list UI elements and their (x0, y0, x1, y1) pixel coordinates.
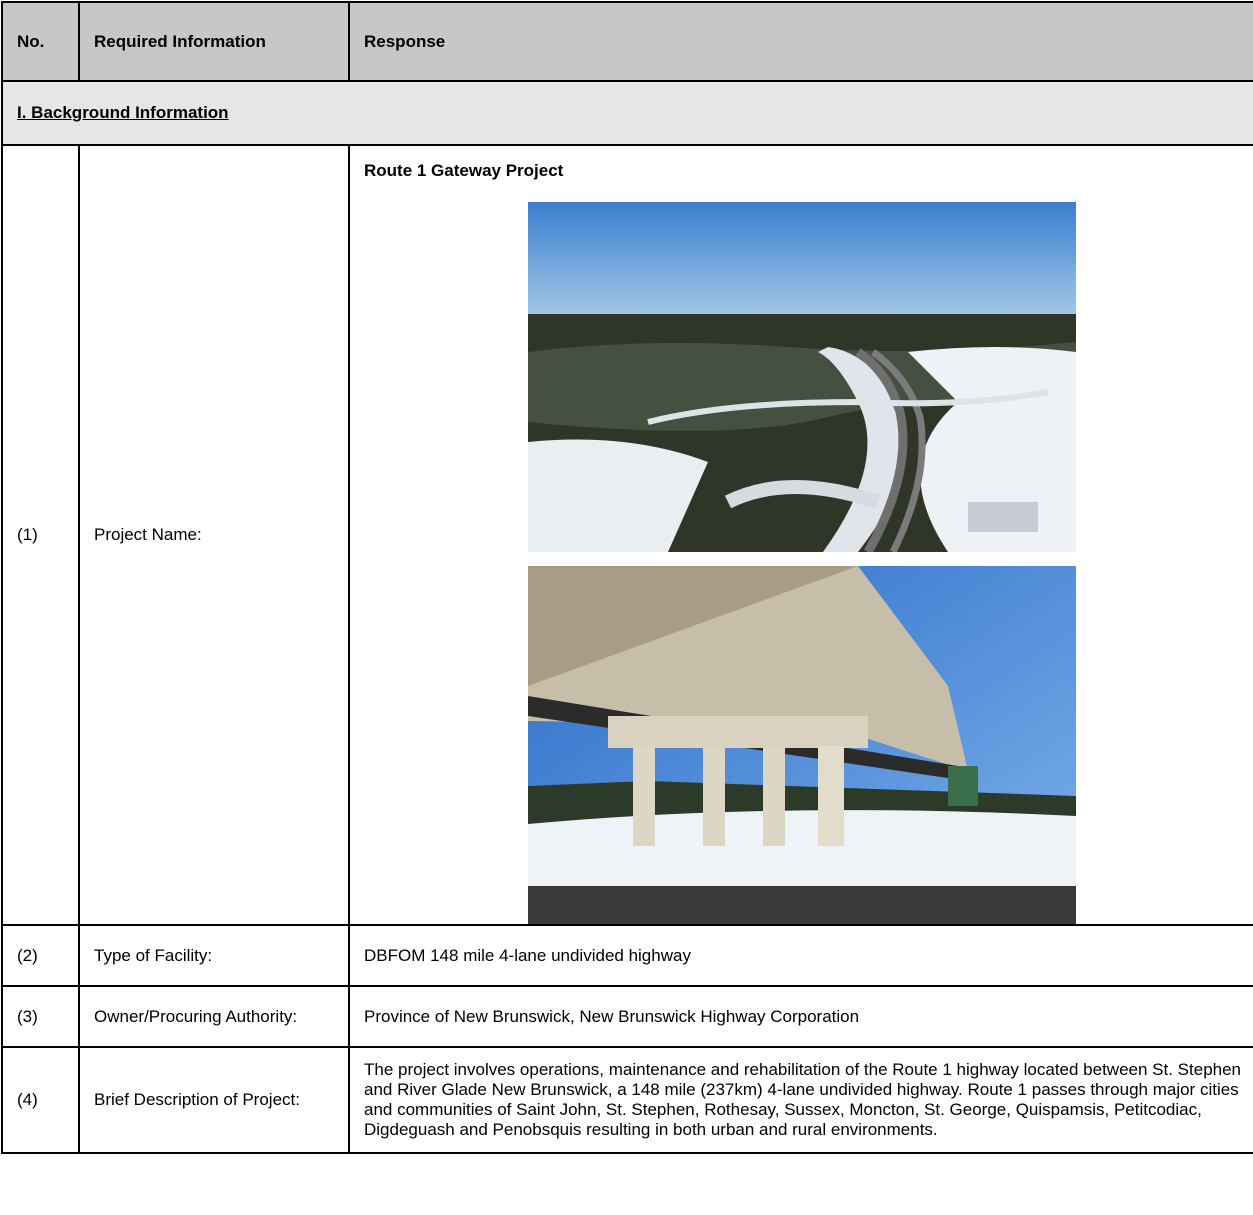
table-row: (2) Type of Facility: DBFOM 148 mile 4-l… (1, 924, 1253, 987)
project-info-table: No. Required Information Response I. Bac… (1, 1, 1253, 1154)
aerial-highway-photo (528, 202, 1076, 552)
row-number: (2) (1, 924, 80, 987)
section-row: I. Background Information (1, 80, 1253, 146)
row-response: Province of New Brunswick, New Brunswick… (348, 985, 1253, 1048)
row-label: Owner/Procuring Authority: (78, 985, 350, 1048)
header-no: No. (1, 1, 80, 82)
row-number: (1) (1, 144, 80, 926)
row-label: Brief Description of Project: (78, 1046, 350, 1154)
row-label: Type of Facility: (78, 924, 350, 987)
header-required-information: Required Information (78, 1, 350, 82)
row-response: DBFOM 148 mile 4-lane undivided highway (348, 924, 1253, 987)
row-number: (3) (1, 985, 80, 1048)
row-response: The project involves operations, mainten… (348, 1046, 1253, 1154)
overpass-bridge-photo (528, 566, 1076, 924)
table-row: (4) Brief Description of Project: The pr… (1, 1046, 1253, 1154)
row-response-cell: Route 1 Gateway Project (348, 144, 1253, 926)
section-title: I. Background Information (1, 80, 1253, 146)
row-label: Project Name: (78, 144, 350, 926)
table-header-row: No. Required Information Response (1, 1, 1253, 82)
project-name-value: Route 1 Gateway Project (364, 161, 564, 180)
row-number: (4) (1, 1046, 80, 1154)
table-row: (3) Owner/Procuring Authority: Province … (1, 985, 1253, 1048)
table-row: (1) Project Name: Route 1 Gateway Projec… (1, 144, 1253, 926)
header-response: Response (348, 1, 1253, 82)
